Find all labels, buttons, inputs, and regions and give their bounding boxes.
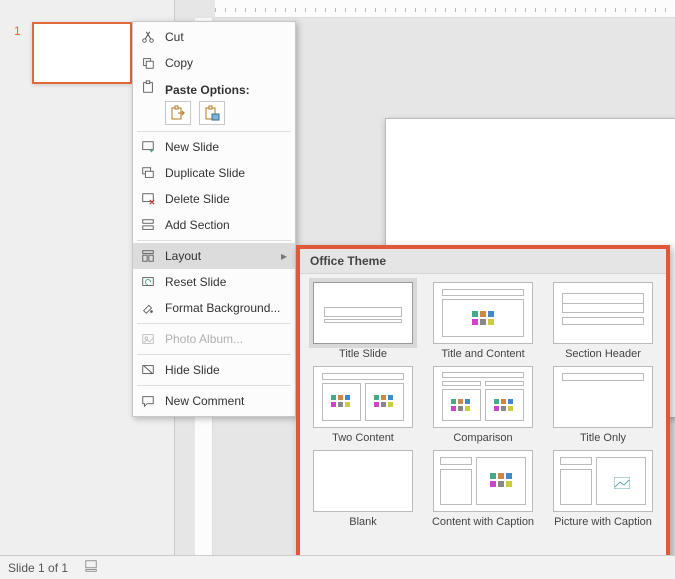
menu-new-comment-label: New Comment bbox=[165, 394, 287, 408]
menu-cut[interactable]: Cut bbox=[133, 24, 295, 50]
layout-option-label: Content with Caption bbox=[426, 516, 540, 528]
menu-photo-album: Photo Album... bbox=[133, 326, 295, 352]
layout-option-label: Two Content bbox=[306, 432, 420, 444]
menu-copy-label: Copy bbox=[165, 56, 287, 70]
layout-option-two-content[interactable]: Two Content bbox=[306, 366, 420, 444]
menu-duplicate-slide-label: Duplicate Slide bbox=[165, 166, 287, 180]
layout-option-label: Title and Content bbox=[426, 348, 540, 360]
paste-picture-button[interactable] bbox=[199, 101, 225, 125]
menu-cut-label: Cut bbox=[165, 30, 287, 44]
duplicate-slide-icon bbox=[139, 166, 157, 180]
notes-view-icon[interactable] bbox=[84, 559, 98, 576]
menu-new-slide-label: New Slide bbox=[165, 140, 287, 154]
reset-slide-icon bbox=[139, 275, 157, 289]
menu-reset-slide-label: Reset Slide bbox=[165, 275, 287, 289]
layout-option-content-with-caption[interactable]: Content with Caption bbox=[426, 450, 540, 528]
status-bar: Slide 1 of 1 bbox=[0, 555, 675, 579]
layout-theme-header: Office Theme bbox=[300, 249, 666, 274]
new-comment-icon bbox=[139, 394, 157, 408]
slide-thumbnail-1[interactable] bbox=[32, 22, 132, 84]
layout-icon bbox=[139, 249, 157, 263]
layout-option-picture-with-caption[interactable]: Picture with Caption bbox=[546, 450, 660, 528]
format-background-icon bbox=[139, 301, 157, 315]
menu-duplicate-slide[interactable]: Duplicate Slide bbox=[133, 160, 295, 186]
layout-option-label: Comparison bbox=[426, 432, 540, 444]
layout-option-label: Title Slide bbox=[306, 348, 420, 360]
status-slide-count: Slide 1 of 1 bbox=[8, 561, 68, 575]
layout-option-blank[interactable]: Blank bbox=[306, 450, 420, 528]
paste-options-row bbox=[133, 99, 295, 129]
menu-reset-slide[interactable]: Reset Slide bbox=[133, 269, 295, 295]
menu-hide-slide-label: Hide Slide bbox=[165, 363, 287, 377]
scissors-icon bbox=[139, 30, 157, 44]
layout-option-label: Blank bbox=[306, 516, 420, 528]
menu-delete-slide-label: Delete Slide bbox=[165, 192, 287, 206]
menu-add-section[interactable]: Add Section bbox=[133, 212, 295, 238]
menu-copy[interactable]: Copy bbox=[133, 50, 295, 76]
photo-album-icon bbox=[139, 332, 157, 346]
horizontal-ruler bbox=[215, 0, 675, 18]
layout-option-section-header[interactable]: Section Header bbox=[546, 282, 660, 360]
layout-option-label: Title Only bbox=[546, 432, 660, 444]
menu-delete-slide[interactable]: Delete Slide bbox=[133, 186, 295, 212]
slide-number: 1 bbox=[14, 24, 21, 38]
layout-option-label: Section Header bbox=[546, 348, 660, 360]
menu-new-slide[interactable]: New Slide bbox=[133, 134, 295, 160]
paste-icon bbox=[139, 80, 157, 94]
menu-layout-label: Layout bbox=[165, 249, 273, 263]
menu-photo-album-label: Photo Album... bbox=[165, 332, 287, 346]
menu-paste-options-header: Paste Options: bbox=[133, 76, 295, 99]
layout-option-title-and-content[interactable]: Title and Content bbox=[426, 282, 540, 360]
layout-option-title-only[interactable]: Title Only bbox=[546, 366, 660, 444]
paste-keep-theme-button[interactable] bbox=[165, 101, 191, 125]
hide-slide-icon bbox=[139, 363, 157, 377]
copy-icon bbox=[139, 56, 157, 70]
layout-option-label: Picture with Caption bbox=[546, 516, 660, 528]
menu-layout[interactable]: Layout ▸ bbox=[133, 243, 295, 269]
layout-option-comparison[interactable]: Comparison bbox=[426, 366, 540, 444]
layout-grid: Title Slide Title and Content Section He… bbox=[300, 274, 666, 534]
delete-slide-icon bbox=[139, 192, 157, 206]
chevron-right-icon: ▸ bbox=[281, 249, 287, 263]
add-section-icon bbox=[139, 218, 157, 232]
menu-hide-slide[interactable]: Hide Slide bbox=[133, 357, 295, 383]
new-slide-icon bbox=[139, 140, 157, 154]
menu-add-section-label: Add Section bbox=[165, 218, 287, 232]
layout-theme-flyout: Office Theme Title Slide Title and Conte… bbox=[296, 245, 670, 573]
slide-context-menu: Cut Copy Paste Options: New Slide Duplic… bbox=[132, 21, 296, 417]
layout-option-title-slide[interactable]: Title Slide bbox=[306, 282, 420, 360]
menu-format-background[interactable]: Format Background... bbox=[133, 295, 295, 321]
menu-format-background-label: Format Background... bbox=[165, 301, 287, 315]
menu-new-comment[interactable]: New Comment bbox=[133, 388, 295, 414]
